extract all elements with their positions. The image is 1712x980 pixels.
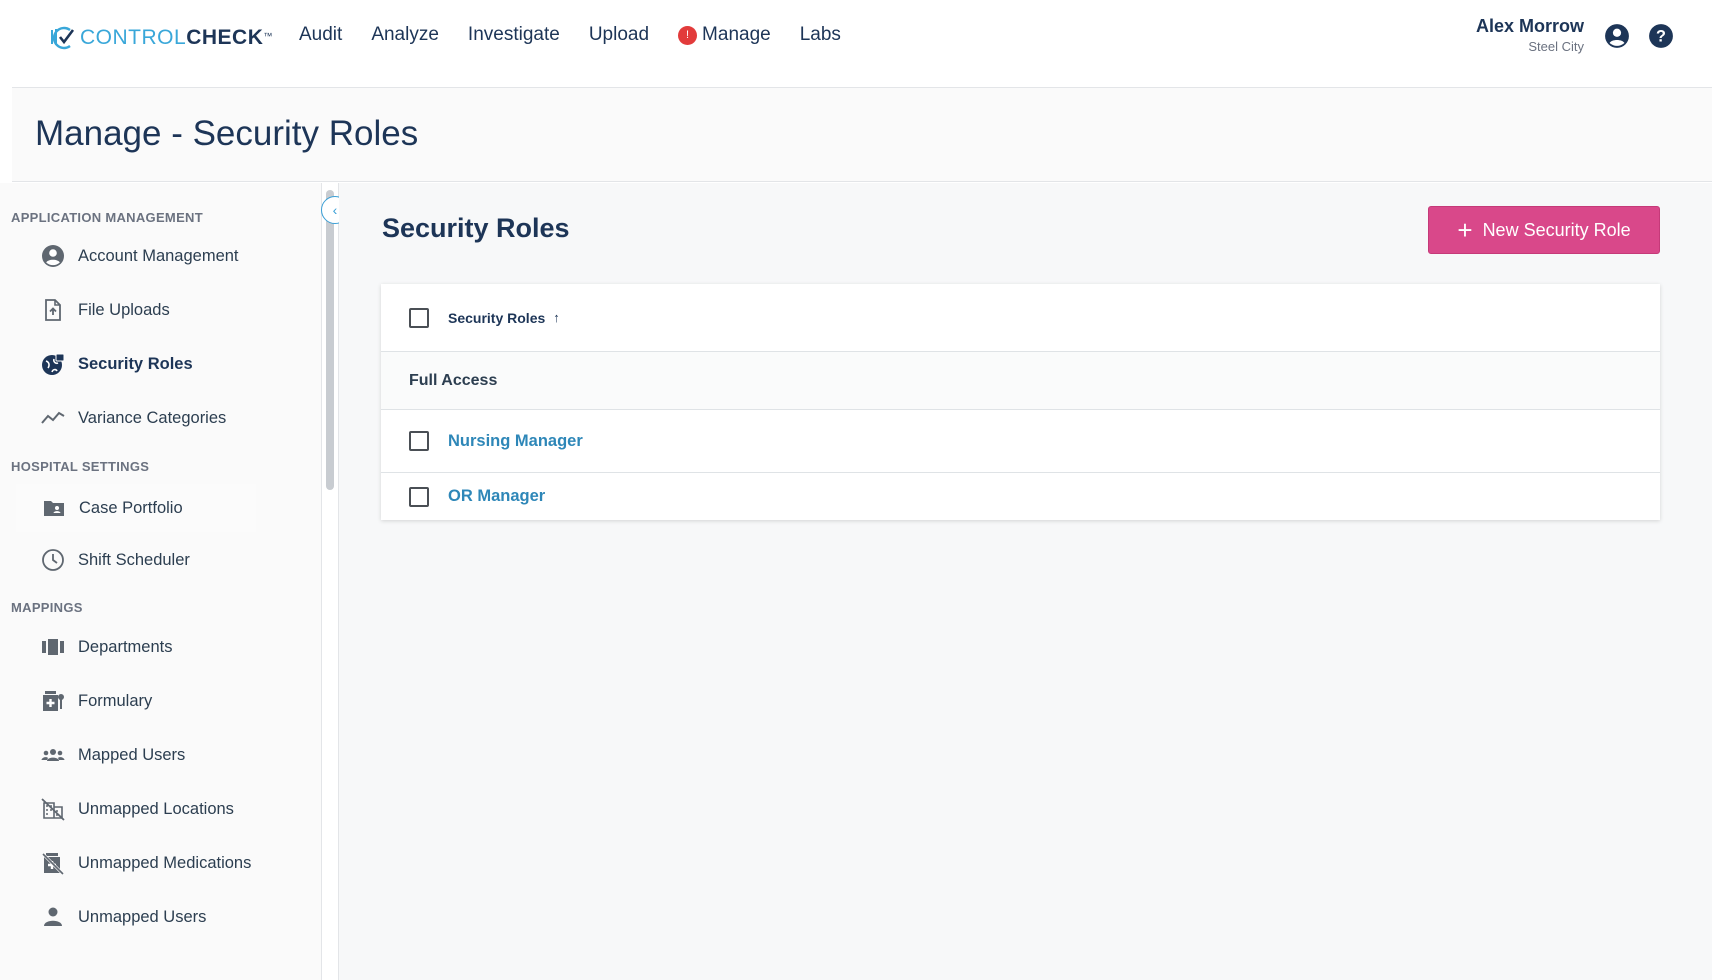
sidebar-item-label: Unmapped Users: [78, 907, 207, 926]
role-link[interactable]: Nursing Manager: [448, 432, 583, 451]
account-circle-icon: [40, 243, 66, 269]
user-organization: Steel City: [1528, 39, 1584, 54]
sidebar-item-label: Departments: [78, 637, 173, 656]
sidebar-item-mapped-users[interactable]: Mapped Users: [40, 740, 185, 770]
departments-icon: [40, 634, 66, 660]
row-checkbox[interactable]: [409, 431, 429, 451]
user-info[interactable]: Alex Morrow Steel City: [1476, 16, 1584, 54]
formulary-icon: [40, 688, 66, 714]
sidebar-item-unmapped-locations[interactable]: Unmapped Locations: [40, 794, 234, 824]
sidebar-item-label: Account Management: [78, 246, 239, 265]
column-header-security-roles[interactable]: Security Roles ↑: [448, 310, 560, 326]
sidebar-item-label: Unmapped Medications: [78, 853, 252, 872]
sort-ascending-icon: ↑: [553, 310, 560, 325]
security-globe-icon: [40, 351, 66, 377]
file-upload-icon: [40, 297, 66, 323]
sidebar-item-label: File Uploads: [78, 300, 170, 319]
trend-line-icon: [40, 405, 66, 431]
nav-labs[interactable]: Labs: [800, 24, 841, 46]
group-icon: [40, 742, 66, 768]
main-nav: Audit Analyze Investigate Upload ! Manag…: [299, 24, 870, 46]
page-title: Manage - Security Roles: [35, 114, 419, 153]
person-icon: [40, 904, 66, 930]
nav-manage-label: Manage: [702, 24, 771, 45]
new-security-role-button[interactable]: + New Security Role: [1428, 206, 1660, 254]
table-group-row: Full Access: [381, 352, 1660, 410]
table-header: Security Roles ↑: [381, 284, 1660, 352]
page-header: Manage - Security Roles: [12, 88, 1712, 182]
sidebar-item-label: Case Portfolio: [79, 498, 183, 517]
clock-icon: [40, 547, 66, 573]
section-title: Security Roles: [382, 213, 570, 243]
controlcheck-logo-icon: [51, 26, 75, 50]
section-application-management: APPLICATION MANAGEMENT: [11, 210, 203, 225]
folder-person-icon: [41, 495, 67, 521]
svg-text:?: ?: [1656, 27, 1666, 45]
sidebar-item-account-management[interactable]: Account Management: [40, 241, 239, 271]
table-row: OR Manager: [381, 473, 1660, 520]
sidebar-item-label: Formulary: [78, 691, 153, 710]
nav-audit[interactable]: Audit: [299, 24, 342, 46]
sidebar-item-unmapped-medications[interactable]: Unmapped Medications: [40, 848, 251, 878]
sidebar-item-unmapped-users[interactable]: Unmapped Users: [40, 902, 206, 932]
row-checkbox[interactable]: [409, 486, 429, 507]
sidebar-item-label: Security Roles: [78, 354, 193, 373]
new-security-role-label: New Security Role: [1482, 219, 1631, 240]
nav-analyze[interactable]: Analyze: [371, 24, 439, 46]
controlcheck-logo[interactable]: CONTROLCHECK ™: [48, 22, 272, 54]
sidebar-item-label: Mapped Users: [78, 745, 186, 764]
nav-investigate[interactable]: Investigate: [468, 24, 560, 46]
sidebar-item-case-portfolio[interactable]: Case Portfolio: [16, 484, 256, 532]
sidebar-item-file-uploads[interactable]: File Uploads: [40, 295, 170, 325]
top-navigation-bar: CONTROLCHECK ™ Audit Analyze Investigate …: [12, 0, 1712, 88]
account-circle-icon[interactable]: [1604, 23, 1630, 49]
nav-upload[interactable]: Upload: [589, 24, 649, 46]
sidebar-item-formulary[interactable]: Formulary: [40, 686, 152, 716]
user-name: Alex Morrow: [1475, 16, 1584, 36]
group-label: Full Access: [409, 371, 498, 389]
plus-icon: +: [1457, 215, 1473, 245]
nav-manage[interactable]: ! Manage: [678, 24, 771, 46]
sidebar-item-label: Shift Scheduler: [78, 550, 190, 569]
sidebar-item-label: Variance Categories: [78, 408, 227, 427]
sidebar-scrollbar[interactable]: [326, 190, 334, 490]
main-content: Security Roles + New Security Role Secur…: [339, 183, 1712, 980]
sidebar-item-departments[interactable]: Departments: [40, 632, 172, 662]
sidebar: APPLICATION MANAGEMENT Account Managemen…: [0, 183, 322, 980]
medication-off-icon: [40, 850, 66, 876]
chevron-left-icon: ‹: [332, 202, 338, 218]
section-hospital-settings: HOSPITAL SETTINGS: [11, 459, 150, 474]
column-header-label: Security Roles: [448, 309, 546, 326]
security-roles-table: Security Roles ↑ Full Access Nursing Man…: [381, 284, 1660, 520]
brand-name: CONTROLCHECK: [80, 26, 264, 49]
building-off-icon: [40, 796, 66, 822]
role-link[interactable]: OR Manager: [448, 487, 545, 506]
trademark: ™: [263, 31, 273, 41]
sidebar-item-variance-categories[interactable]: Variance Categories: [40, 403, 226, 433]
help-icon[interactable]: ?: [1648, 23, 1674, 49]
section-mappings: MAPPINGS: [11, 600, 83, 615]
sidebar-item-shift-scheduler[interactable]: Shift Scheduler: [40, 545, 190, 575]
sidebar-item-label: Unmapped Locations: [78, 799, 234, 818]
table-row: Nursing Manager: [381, 410, 1660, 473]
alert-badge: !: [678, 25, 698, 45]
sidebar-item-security-roles[interactable]: Security Roles: [40, 349, 193, 379]
select-all-checkbox[interactable]: [409, 307, 429, 328]
